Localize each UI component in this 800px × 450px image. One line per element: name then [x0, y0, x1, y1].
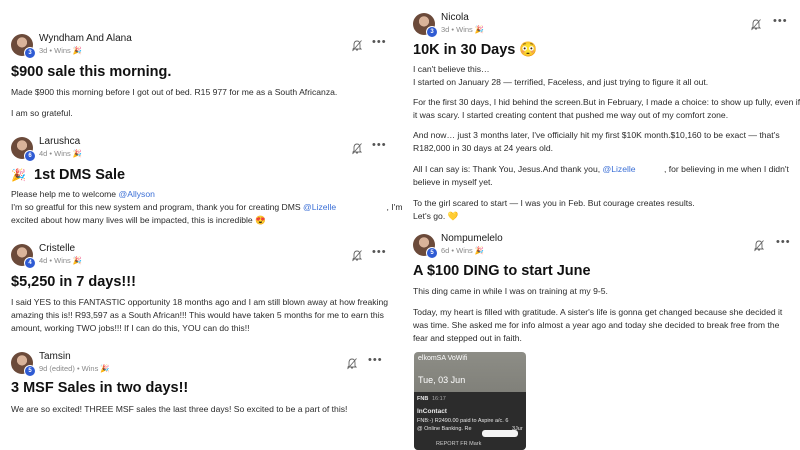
post-body-line: it was scary. I started creating content…	[413, 110, 729, 120]
post-body-line: I'm so greatful for this new system and …	[11, 201, 403, 215]
level-badge: 3	[24, 47, 36, 59]
body-text: , for believing in me when I didn't	[663, 164, 789, 174]
more-options-icon[interactable]: •••	[372, 139, 387, 151]
party-emoji: 🎉	[11, 168, 26, 182]
post-body-line: This ding came in while I was on trainin…	[413, 286, 608, 296]
post-body-line: R182,000 in 30 days at 24 years old.	[413, 143, 553, 153]
bell-icon[interactable]	[347, 358, 357, 370]
mention-link[interactable]: @Lizelle	[603, 164, 636, 174]
lockscreen-date: Tue, 03 Jun	[418, 375, 466, 385]
status-bar-text: elkomSA VoWifi	[418, 355, 468, 362]
body-text: Please help me to welcome	[11, 189, 117, 199]
notification-card: FNB 16:17 InContact FNB:-) R2490.00 paid…	[414, 392, 526, 450]
post-title[interactable]: 10K in 30 Days 😳	[413, 41, 537, 58]
notif-bank: FNB	[417, 396, 429, 402]
post-title[interactable]: 🎉 1st DMS Sale	[11, 167, 125, 183]
post-body-line: For the first 30 days, I hid behind the …	[413, 97, 800, 107]
post-card: 5 Tamsin 9d (edited) • Wins 🎉 ••• 3 MSF …	[11, 351, 386, 422]
post-body-line: I can't believe this…	[413, 64, 490, 74]
post-body-line: Made $900 this morning before I got out …	[11, 87, 338, 97]
attached-screenshot[interactable]: elkomSA VoWifi Tue, 03 Jun FNB 16:17 InC…	[414, 352, 526, 450]
post-body-line: To the girl scared to start — I was you …	[413, 198, 695, 208]
bell-icon[interactable]	[754, 240, 764, 252]
avatar[interactable]: 4	[11, 244, 36, 269]
bell-icon[interactable]	[352, 40, 362, 52]
body-text: I'm so greatful for this new system and …	[11, 202, 301, 212]
more-options-icon[interactable]: •••	[372, 246, 387, 258]
more-options-icon[interactable]: •••	[773, 15, 788, 27]
level-badge: 3	[426, 26, 438, 38]
notif-line: FNB:-) R2490.00 paid to Aspire a/c. 6	[417, 418, 509, 424]
post-body-line: I am so grateful.	[11, 108, 73, 118]
post-body-line: And now… just 3 months later, I've offic…	[413, 130, 780, 140]
author-name[interactable]: Wyndham And Alana	[39, 33, 132, 44]
redaction-blur	[482, 430, 518, 437]
body-text: All I can say is: Thank You, Jesus.And t…	[413, 164, 601, 174]
body-text: , I'm	[386, 202, 403, 212]
post-card: 6 Larushca 4d • Wins 🎉 ••• 🎉 1st DMS Sal…	[11, 136, 403, 227]
author-name[interactable]: Nompumelelo	[441, 233, 503, 244]
avatar[interactable]: 6	[11, 137, 36, 162]
post-title[interactable]: $900 sale this morning.	[11, 64, 171, 80]
avatar[interactable]: 3	[413, 13, 438, 38]
notif-time: 16:17	[432, 396, 446, 402]
avatar[interactable]: 5	[11, 352, 36, 377]
post-meta: 4d • Wins 🎉	[39, 256, 83, 265]
level-badge: 4	[24, 257, 36, 269]
post-body-line: We are so excited! THREE MSF sales the l…	[11, 404, 348, 414]
post-card: 4 Cristelle 4d • Wins 🎉 ••• $5,250 in 7 …	[11, 243, 388, 339]
notif-line: @ Online Banking. Re	[417, 426, 472, 432]
post-title[interactable]: A $100 DING to start June	[413, 263, 591, 279]
post-body-line: Please help me to welcome @Allyson	[11, 188, 386, 202]
notif-app: InContact	[417, 408, 447, 415]
bell-icon[interactable]	[352, 143, 362, 155]
level-badge: 6	[24, 150, 36, 162]
post-body-line: Today, my heart is filled with gratitude…	[413, 307, 783, 317]
post-body-line: I started on January 28 — terrified, Fac…	[413, 77, 709, 87]
more-options-icon[interactable]: •••	[372, 36, 387, 48]
post-title[interactable]: 3 MSF Sales in two days!!	[11, 380, 188, 396]
post-title-text: 1st DMS Sale	[34, 167, 126, 183]
post-body-line: All I can say is: Thank You, Jesus.And t…	[413, 163, 793, 177]
author-name[interactable]: Tamsin	[39, 351, 71, 362]
notif-footer: REPORT FR Mark	[436, 441, 482, 447]
post-body-line: believe in myself yet.	[413, 177, 493, 187]
post-body-line: amount, working TWO jobs!!! If I can do …	[11, 323, 250, 333]
mention-link[interactable]: @Allyson	[118, 189, 154, 199]
bell-icon[interactable]	[352, 250, 362, 262]
post-body-line: fear and stepped out in faith.	[413, 333, 522, 343]
post-meta: 3d • Wins 🎉	[39, 46, 83, 55]
more-options-icon[interactable]: •••	[368, 354, 383, 366]
avatar[interactable]: 5	[413, 234, 438, 259]
post-card: 3 Nicola 3d • Wins 🎉 ••• 10K in 30 Days …	[413, 12, 800, 228]
post-card: 3 Wyndham And Alana 3d • Wins 🎉 ••• $900…	[11, 33, 387, 124]
post-body-line: Let's go. 💛	[413, 211, 459, 221]
author-name[interactable]: Larushca	[39, 136, 80, 147]
avatar[interactable]: 3	[11, 34, 36, 59]
post-title[interactable]: $5,250 in 7 days!!!	[11, 274, 136, 290]
post-body-line: excited about how many lives will be imp…	[11, 215, 266, 225]
bell-icon[interactable]	[751, 19, 761, 31]
post-meta: 4d • Wins 🎉	[39, 149, 83, 158]
level-badge: 5	[24, 365, 36, 377]
post-meta: 6d • Wins 🎉	[441, 246, 485, 255]
author-name[interactable]: Nicola	[441, 12, 469, 23]
level-badge: 5	[426, 247, 438, 259]
post-body-line: I said YES to this FANTASTIC opportunity…	[11, 297, 389, 307]
post-meta: 9d (edited) • Wins 🎉	[39, 364, 110, 373]
post-body-line: amazing this is!! R93,597 as a South Afr…	[11, 310, 384, 320]
more-options-icon[interactable]: •••	[776, 236, 791, 248]
post-body-line: was time. She asked me for info almost a…	[413, 320, 780, 330]
mention-link[interactable]: @Lizelle	[303, 202, 336, 212]
post-meta: 3d • Wins 🎉	[441, 25, 485, 34]
author-name[interactable]: Cristelle	[39, 243, 75, 254]
